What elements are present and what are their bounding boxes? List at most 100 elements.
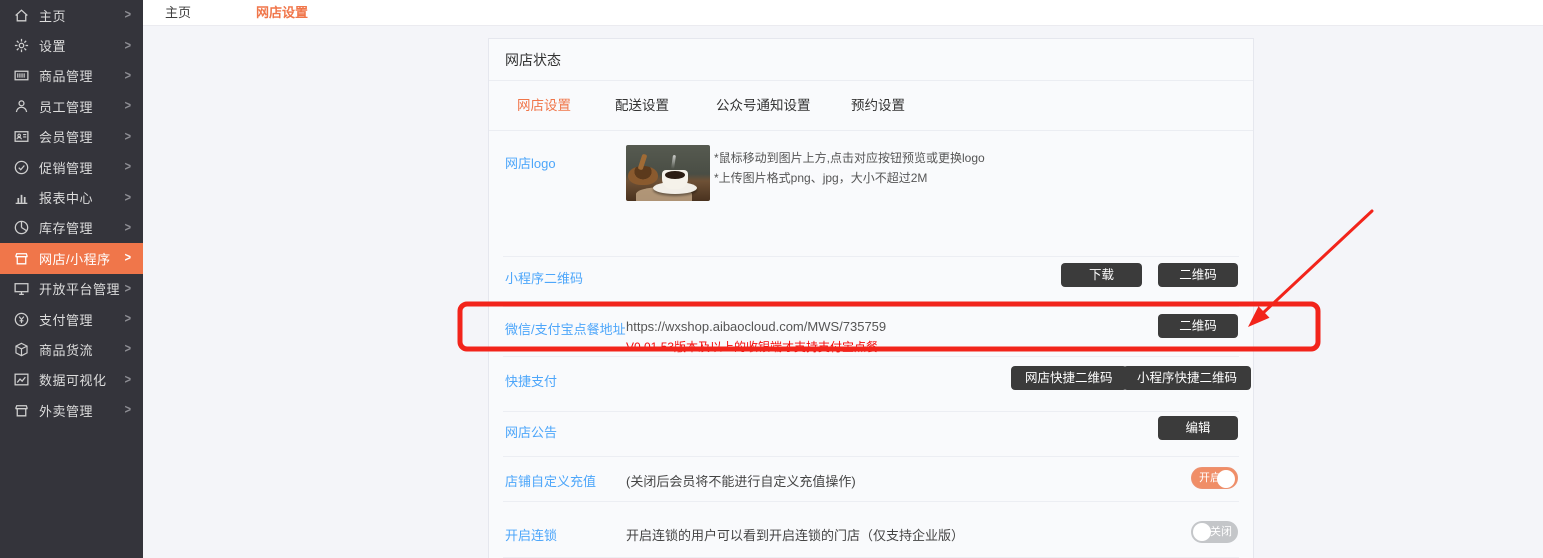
order-url-label: 微信/支付宝点餐地址 [505, 319, 626, 338]
sidebar-item-label: 设置 [39, 36, 66, 55]
tab-reservation-settings[interactable]: 预约设置 [851, 81, 905, 131]
sidebar: 主页> 设置> 商品管理> 员工管理> 会员管理> 促销管理> 报表中心> 库存… [0, 0, 143, 558]
sidebar-item-settings[interactable]: 设置 > [0, 30, 143, 60]
sidebar-item-label: 商品货流 [39, 340, 93, 359]
row-divider [503, 501, 1239, 502]
row-divider [503, 356, 1239, 357]
toggle-off-label: 关闭 [1210, 521, 1232, 543]
card-header: 网店状态 [489, 39, 1253, 81]
row-divider [503, 256, 1239, 257]
chevron-right-icon: > [125, 251, 131, 265]
gear-icon [13, 37, 30, 54]
chevron-right-icon: > [125, 343, 131, 357]
sidebar-item-label: 报表中心 [39, 188, 93, 207]
sidebar-item-label: 开放平台管理 [39, 279, 120, 298]
sidebar-item-inventory[interactable]: 库存管理 > [0, 213, 143, 243]
sidebar-item-home[interactable]: 主页 > [0, 0, 143, 30]
member-card-icon [13, 128, 30, 145]
sidebar-item-products[interactable]: 商品管理 > [0, 61, 143, 91]
miniprogram-qr-label: 小程序二维码 [505, 268, 583, 287]
tab-store-settings[interactable]: 网店设置 [517, 81, 571, 131]
sidebar-item-label: 主页 [39, 6, 66, 25]
sidebar-item-promotions[interactable]: 促销管理 > [0, 152, 143, 182]
barcode-icon [13, 67, 30, 84]
tab-official-account-notify-settings[interactable]: 公众号通知设置 [716, 81, 811, 131]
order-url-value: https://wxshop.aibaocloud.com/MWS/735759 [626, 319, 886, 334]
download-button[interactable]: 下载 [1061, 263, 1142, 287]
order-url-qrcode-button[interactable]: 二维码 [1158, 314, 1238, 338]
tab-delivery-settings[interactable]: 配送设置 [615, 81, 669, 131]
logo-hint-1: *鼠标移动到图片上方,点击对应按钮预览或更换logo [714, 149, 985, 166]
chevron-right-icon: > [125, 403, 131, 417]
chain-label: 开启连锁 [505, 525, 557, 544]
order-url-version-note: V0.01.53版本及以上的收银端才支持支付宝点餐 [626, 338, 878, 355]
miniprogram-qrcode-button[interactable]: 二维码 [1158, 263, 1238, 287]
custom-recharge-label: 店铺自定义充值 [505, 471, 596, 490]
chevron-right-icon: > [125, 69, 131, 83]
line-chart-icon [13, 371, 30, 388]
chain-toggle[interactable]: 关闭 [1191, 521, 1238, 543]
toggle-knob [1217, 470, 1235, 488]
chevron-right-icon: > [125, 99, 131, 113]
sidebar-item-data-visualization[interactable]: 数据可视化 > [0, 365, 143, 395]
sidebar-item-label: 库存管理 [39, 218, 93, 237]
monitor-icon [13, 280, 30, 297]
sidebar-item-takeout[interactable]: 外卖管理 > [0, 395, 143, 425]
chevron-right-icon: > [125, 160, 131, 174]
sidebar-item-label: 商品管理 [39, 66, 93, 85]
quick-pay-label: 快捷支付 [505, 371, 557, 390]
page-title: 网店状态 [505, 39, 561, 81]
sidebar-item-staff[interactable]: 员工管理 > [0, 91, 143, 121]
check-circle-icon [13, 159, 30, 176]
sidebar-item-label: 员工管理 [39, 97, 93, 116]
store-logo-label: 网店logo [505, 153, 556, 172]
sidebar-item-label: 会员管理 [39, 127, 93, 146]
settings-tabs: 网店设置 配送设置 公众号通知设置 预约设置 [489, 81, 1253, 131]
sidebar-item-label: 外卖管理 [39, 401, 93, 420]
row-divider [503, 306, 1239, 307]
annotation-arrow-line [1263, 211, 1372, 313]
toggle-knob [1193, 523, 1211, 541]
sidebar-item-logistics[interactable]: 商品货流 > [0, 334, 143, 364]
sidebar-item-reports[interactable]: 报表中心> [0, 182, 143, 212]
sidebar-item-label: 支付管理 [39, 310, 93, 329]
custom-recharge-desc: (关闭后会员将不能进行自定义充值操作) [626, 471, 856, 490]
breadcrumb-home[interactable]: 主页 [165, 0, 191, 26]
sidebar-item-members[interactable]: 会员管理 > [0, 122, 143, 152]
storefront-icon [13, 250, 30, 267]
chevron-right-icon: > [125, 221, 131, 235]
pie-chart-icon [13, 219, 30, 236]
sidebar-item-open-platform[interactable]: 开放平台管理 > [0, 274, 143, 304]
chevron-right-icon: > [125, 312, 131, 326]
store-status-card: 网店状态 网店设置 配送设置 公众号通知设置 预约设置 网店logo *鼠标移动… [488, 38, 1254, 558]
custom-recharge-toggle[interactable]: 开启 [1191, 467, 1238, 489]
bar-chart-icon [13, 189, 30, 206]
sidebar-item-online-store[interactable]: 网店/小程序 > [0, 243, 143, 273]
person-icon [13, 98, 30, 115]
coin-icon [13, 311, 30, 328]
topbar: 主页 网店设置 [143, 0, 1543, 26]
chevron-right-icon: > [125, 282, 131, 296]
chain-desc: 开启连锁的用户可以看到开启连锁的门店（仅支持企业版） [626, 525, 964, 544]
sidebar-item-label: 数据可视化 [39, 370, 107, 389]
chevron-right-icon: > [125, 130, 131, 144]
announcement-label: 网店公告 [505, 422, 557, 441]
home-icon [13, 7, 30, 24]
app-window: 主页> 设置> 商品管理> 员工管理> 会员管理> 促销管理> 报表中心> 库存… [0, 0, 1543, 558]
chevron-right-icon: > [125, 373, 131, 387]
logo-hint-2: *上传图片格式png、jpg，大小不超过2M [714, 169, 927, 186]
sidebar-item-label: 促销管理 [39, 158, 93, 177]
breadcrumb-store-settings[interactable]: 网店设置 [256, 0, 308, 26]
row-divider [503, 456, 1239, 457]
shop-quick-qrcode-button[interactable]: 网店快捷二维码 [1011, 366, 1127, 390]
chevron-right-icon: > [125, 39, 131, 53]
cube-icon [13, 341, 30, 358]
sidebar-item-label: 网店/小程序 [39, 249, 111, 268]
sidebar-item-payment[interactable]: 支付管理 > [0, 304, 143, 334]
storefront-icon [13, 402, 30, 419]
announcement-edit-button[interactable]: 编辑 [1158, 416, 1238, 440]
miniprogram-quick-qrcode-button[interactable]: 小程序快捷二维码 [1123, 366, 1251, 390]
row-divider [503, 411, 1239, 412]
chevron-right-icon: > [125, 8, 131, 22]
store-logo-image[interactable] [626, 145, 710, 201]
